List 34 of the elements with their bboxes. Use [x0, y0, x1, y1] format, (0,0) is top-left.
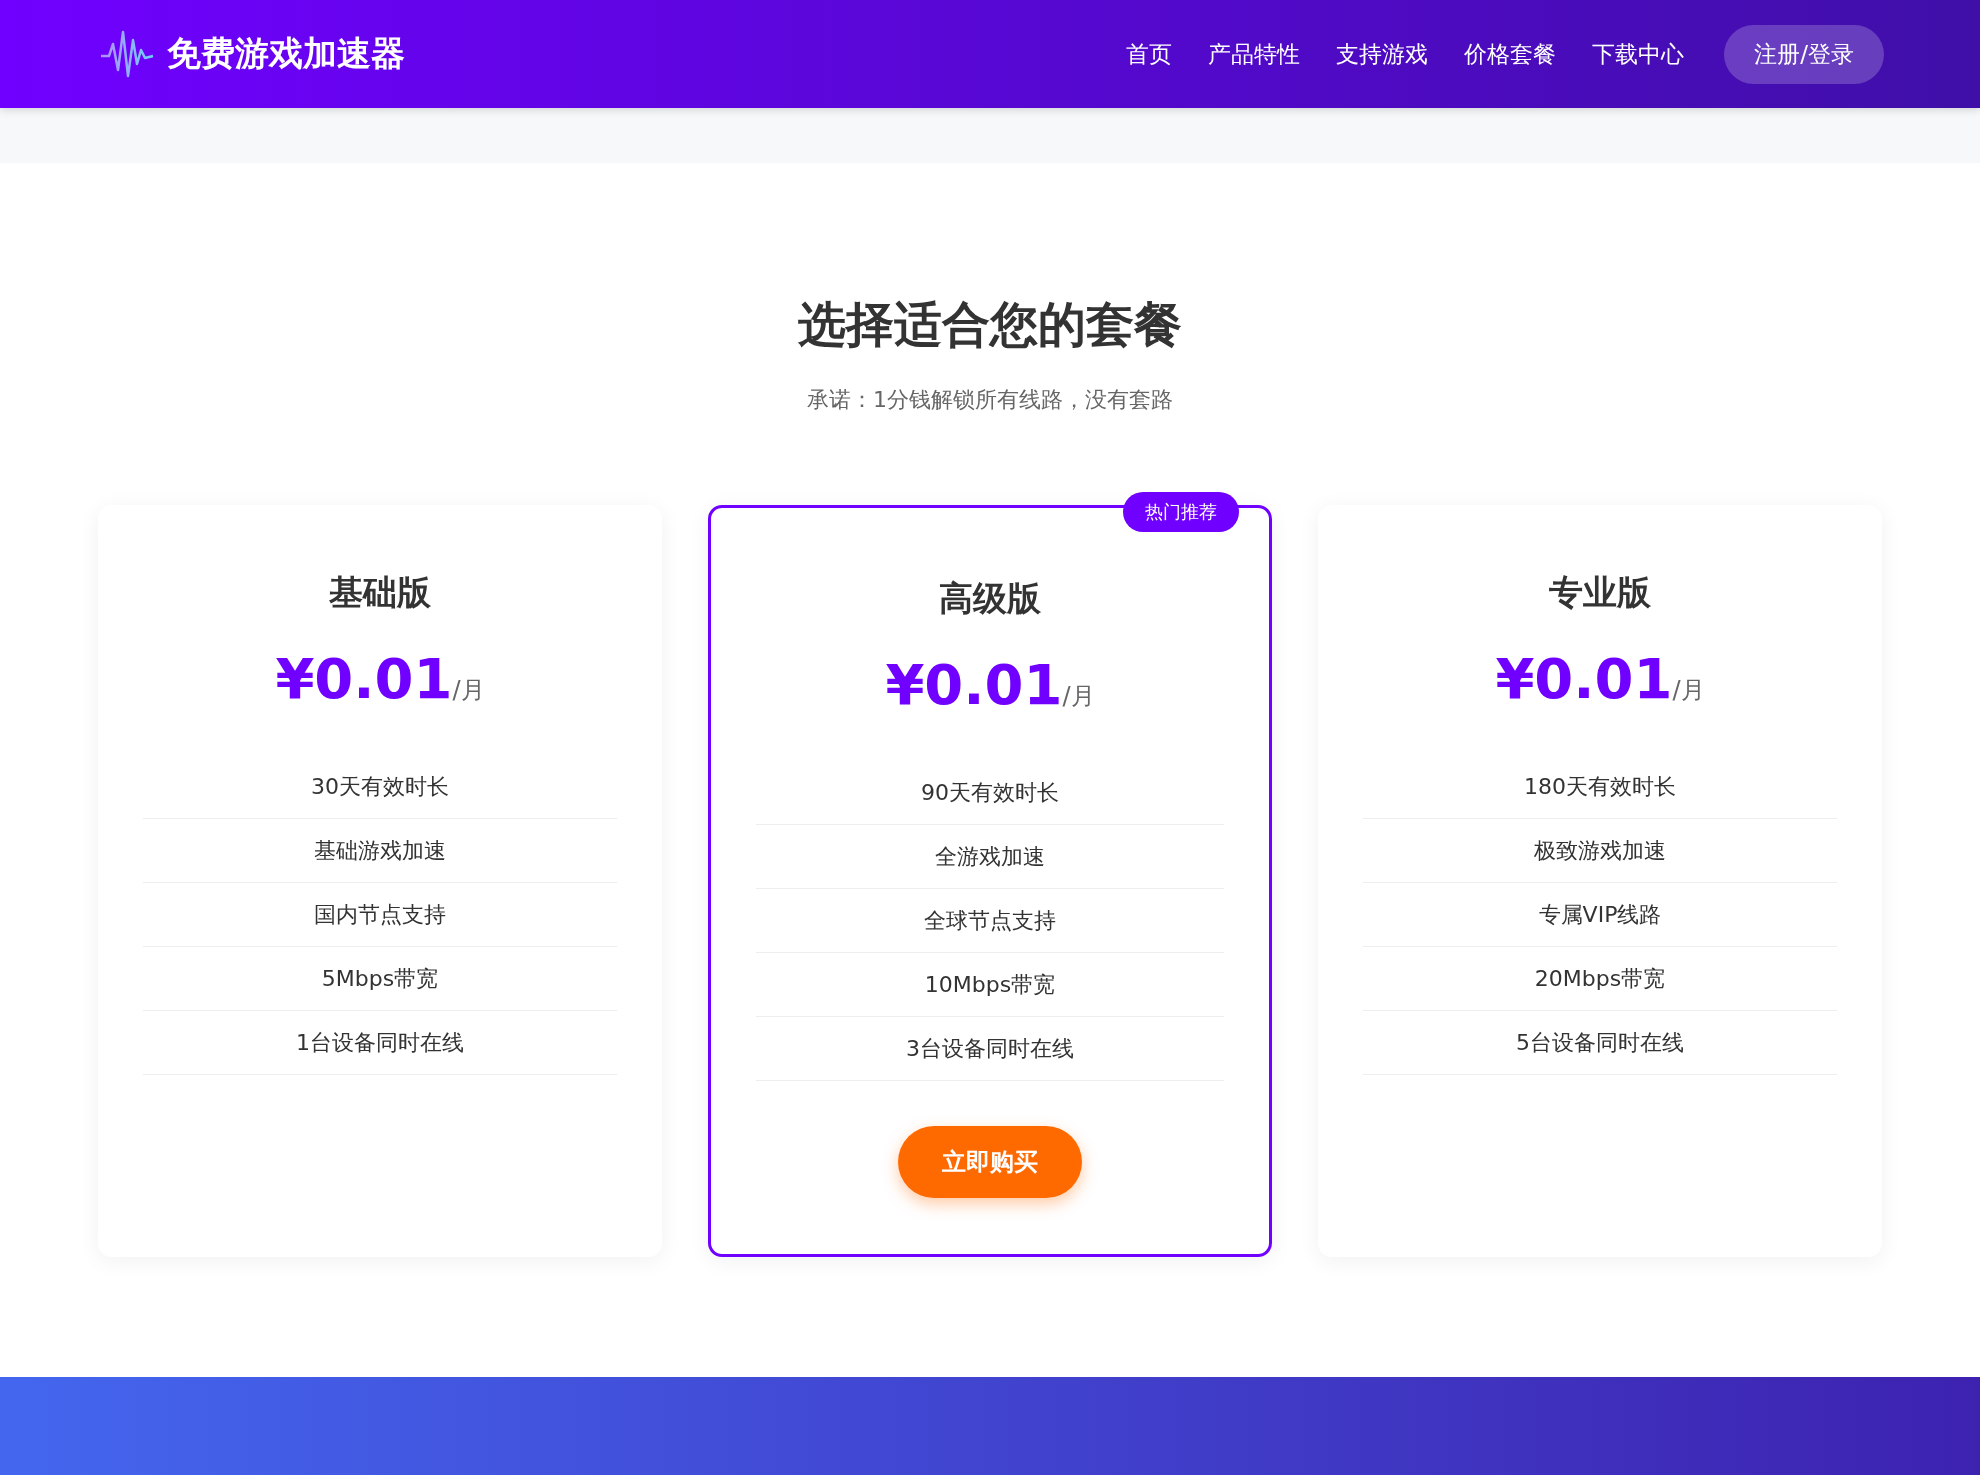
plan-feature: 90天有效时长 [756, 761, 1224, 825]
nav-link[interactable]: 支持游戏 [1336, 38, 1429, 70]
nav-link[interactable]: 首页 [1126, 38, 1173, 70]
section-subtitle: 承诺：1分钱解锁所有线路，没有套路 [807, 386, 1173, 414]
plan-feature: 极致游戏加速 [1363, 819, 1837, 883]
plan-feature: 10Mbps带宽 [756, 953, 1224, 1017]
plan-feature: 专属VIP线路 [1363, 883, 1837, 947]
plan-name: 专业版 [1549, 571, 1651, 614]
plan-feature: 5台设备同时在线 [1363, 1011, 1837, 1075]
nav-link[interactable]: 下载中心 [1592, 38, 1685, 70]
plan-price: ¥0.01 [885, 652, 1063, 717]
section-title: 选择适合您的套餐 [798, 295, 1182, 354]
plan-name: 高级版 [939, 577, 1041, 620]
plan-price: ¥0.01 [1495, 646, 1673, 711]
price-period: /月 [1672, 675, 1705, 706]
plan-feature: 180天有效时长 [1363, 755, 1837, 819]
plan-feature: 30天有效时长 [143, 755, 617, 819]
popular-badge: 热门推荐 [1123, 492, 1239, 532]
plan-feature: 1台设备同时在线 [143, 1011, 617, 1075]
plan-feature: 3台设备同时在线 [756, 1017, 1224, 1081]
plan-feature: 5Mbps带宽 [143, 947, 617, 1011]
plan-feature: 国内节点支持 [143, 883, 617, 947]
nav-link[interactable]: 产品特性 [1208, 38, 1301, 70]
plan-feature: 基础游戏加速 [143, 819, 617, 883]
plan-feature: 全球节点支持 [756, 889, 1224, 953]
nav-link[interactable]: 价格套餐 [1464, 38, 1557, 70]
plan-price: ¥0.01 [275, 646, 453, 711]
login-button[interactable]: 注册/登录 [1724, 24, 1884, 84]
site-logo-text[interactable]: 免费游戏加速器 [167, 31, 405, 77]
price-period: /月 [1062, 681, 1095, 712]
plan-feature: 20Mbps带宽 [1363, 947, 1837, 1011]
price-period: /月 [452, 675, 485, 706]
plan-feature: 全游戏加速 [756, 825, 1224, 889]
plan-name: 基础版 [329, 571, 431, 614]
